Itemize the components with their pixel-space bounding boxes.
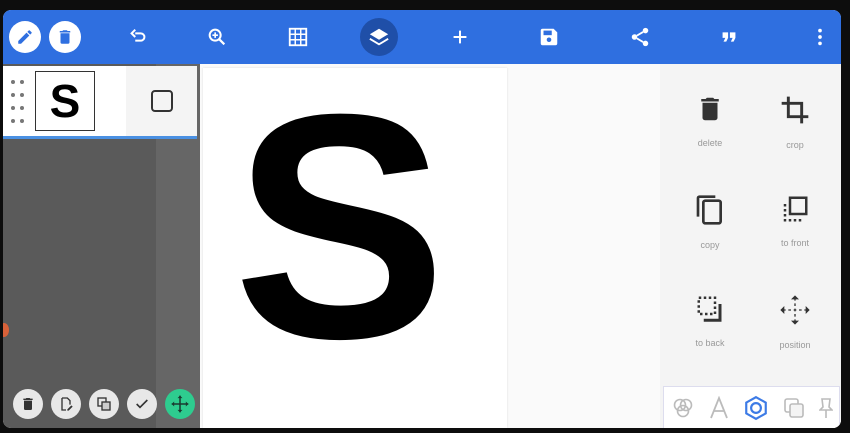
layer-thumbnail[interactable]: S: [35, 71, 95, 131]
share-icon: [631, 27, 649, 47]
delete-action[interactable]: delete: [670, 94, 750, 174]
duplicate-icon[interactable]: [782, 396, 806, 420]
position-icon: [780, 295, 810, 325]
position-action[interactable]: position: [755, 294, 835, 374]
undo-icon: [130, 28, 146, 42]
more-icon: [818, 28, 822, 46]
to-front-action[interactable]: to front: [755, 194, 835, 274]
share-button[interactable]: [625, 22, 655, 52]
edit-layer-button[interactable]: [51, 389, 81, 419]
delete-icon: [701, 97, 719, 121]
tool-tabs: [663, 386, 840, 428]
trash-icon: [59, 30, 71, 44]
more-button[interactable]: [805, 22, 835, 52]
to-back-action[interactable]: to back: [670, 294, 750, 374]
check-icon: [136, 399, 148, 409]
blend-icon[interactable]: [671, 396, 695, 420]
delete-label: delete: [697, 138, 723, 148]
actions-panel: delete crop copy to front to back positi…: [660, 64, 841, 428]
layer-mask-toggle[interactable]: [126, 66, 197, 136]
zoom-icon: [208, 28, 226, 46]
position-label: position: [779, 340, 811, 350]
to-front-label: to front: [780, 238, 809, 248]
save-icon: [540, 28, 558, 46]
scroll-indicator: [3, 323, 9, 337]
to-back-icon: [697, 296, 722, 322]
drag-handle-icon[interactable]: [11, 80, 25, 126]
save-button[interactable]: [534, 22, 564, 52]
layer-item[interactable]: S: [3, 66, 197, 139]
to-back-label: to back: [695, 338, 725, 348]
crop-icon: [781, 96, 809, 124]
copy-label: copy: [700, 240, 720, 250]
canvas-text-element[interactable]: S: [233, 46, 446, 406]
layers-icon: [369, 28, 389, 46]
app-screen: S S delete crop copy to front to back po…: [3, 10, 841, 428]
copy-action[interactable]: copy: [670, 194, 750, 274]
move-icon: [171, 395, 189, 413]
square-outline-icon: [150, 90, 173, 112]
pencil-button[interactable]: [9, 21, 41, 53]
toolbar-left-group: [3, 21, 109, 53]
layer-actions-bar: [13, 389, 195, 419]
shape-icon[interactable]: [743, 395, 769, 421]
crop-label: crop: [786, 140, 804, 150]
undo-button[interactable]: [123, 22, 153, 52]
delete-layer-button[interactable]: [13, 389, 43, 419]
confirm-button[interactable]: [127, 389, 157, 419]
merge-icon: [97, 397, 111, 411]
layers-panel: S: [3, 64, 200, 428]
grid-icon: [288, 27, 308, 47]
pin-icon[interactable]: [818, 396, 833, 420]
add-icon: [453, 30, 467, 44]
copy-icon: [696, 195, 722, 225]
trash-icon: [23, 398, 33, 410]
merge-layer-button[interactable]: [89, 389, 119, 419]
text-icon[interactable]: [708, 396, 730, 420]
crop-action[interactable]: crop: [755, 94, 835, 174]
move-layer-button[interactable]: [165, 389, 195, 419]
quote-icon: [722, 32, 736, 42]
trash-button[interactable]: [49, 21, 81, 53]
add-button[interactable]: [445, 22, 475, 52]
edit-layer-icon: [61, 397, 73, 411]
quote-button[interactable]: [714, 22, 744, 52]
canvas-area: S: [200, 47, 660, 428]
to-front-icon: [783, 196, 808, 222]
pencil-icon: [18, 30, 32, 44]
design-canvas[interactable]: S: [203, 47, 507, 428]
zoom-button[interactable]: [202, 22, 232, 52]
